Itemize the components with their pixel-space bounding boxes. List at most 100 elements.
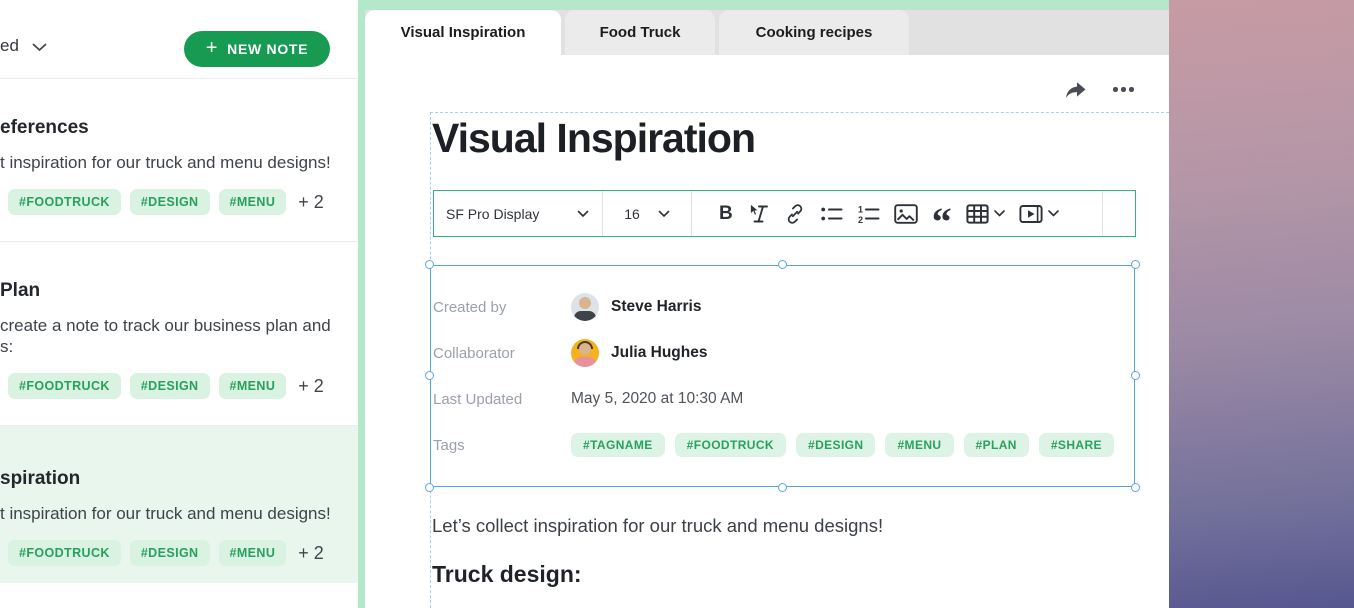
bold-button[interactable]: B [718,203,734,225]
tag-chip[interactable]: #SHARE [1039,433,1114,457]
note-tags: #FOODTRUCK #DESIGN #MENU + 2 [0,189,342,215]
tag-chip[interactable]: #FOODTRUCK [675,433,786,457]
font-family-value: SF Pro Display [446,206,539,222]
note-tags: #FOODTRUCK #DESIGN #MENU + 2 [0,373,342,399]
selection-handle[interactable] [778,260,787,269]
avatar [571,293,599,321]
note-section-heading[interactable]: Truck design: [432,561,582,588]
bulleted-list-icon [820,204,843,224]
tab-cooking-recipes[interactable]: Cooking recipes [719,10,909,55]
last-updated-row: Last Updated May 5, 2020 at 10:30 AM [433,385,1134,413]
note-tags: #FOODTRUCK #DESIGN #MENU + 2 [0,540,342,566]
editor-panel: Visual Inspiration Food Truck Cooking re… [358,0,1169,608]
tag-chip[interactable]: #MENU [219,373,287,399]
blockquote-icon [932,205,952,222]
font-size-dropdown[interactable]: 16 [603,191,691,236]
note-actions [1063,79,1134,100]
insert-image-button[interactable] [893,204,919,224]
last-updated-label: Last Updated [433,391,571,408]
tags-row: Tags #TAGNAME #FOODTRUCK #DESIGN #MENU #… [433,431,1134,459]
selection-handle[interactable] [1131,260,1140,269]
collaborator-label: Collaborator [433,345,571,362]
note-list-item[interactable]: eferences t inspiration for our truck an… [0,79,358,242]
toolbar-buttons: B [692,203,1060,225]
tag-chip[interactable]: #MENU [885,433,953,457]
note-metadata-block[interactable]: Created by Steve Harris Collaborator Jul… [430,265,1135,487]
tag-chip[interactable]: #FOODTRUCK [8,373,121,399]
image-icon [894,204,918,224]
tag-chip[interactable]: #FOODTRUCK [8,189,121,215]
note-title: spiration [0,468,342,490]
chevron-down-icon [1048,210,1059,217]
tab-visual-inspiration[interactable]: Visual Inspiration [365,10,561,55]
created-by-row: Created by Steve Harris [433,293,1134,321]
note-title: eferences [0,117,342,139]
tab-label: Visual Inspiration [401,24,526,41]
more-tags-count: + 2 [298,543,324,564]
last-updated-value: May 5, 2020 at 10:30 AM [571,390,743,408]
note-body-paragraph[interactable]: Let’s collect inspiration for our truck … [432,515,883,537]
italic-button[interactable] [746,203,771,224]
share-icon [1063,79,1088,100]
note-title: Plan [0,280,342,302]
more-options-button[interactable] [1113,87,1134,92]
tag-chip[interactable]: #DESIGN [796,433,875,457]
tag-chip[interactable]: #DESIGN [130,540,210,566]
link-button[interactable] [783,203,807,225]
tag-chip[interactable]: #DESIGN [130,373,210,399]
selection-dashed-border-top [430,112,1169,113]
note-description: t inspiration for our truck and menu des… [0,152,342,173]
sort-dropdown-label: ed [0,36,19,56]
numbered-list-button[interactable]: 1 2 [856,204,881,224]
note-description-line2: s: [0,336,342,357]
tag-chip[interactable]: #TAGNAME [571,433,665,457]
tag-chip[interactable]: #MENU [219,540,287,566]
share-button[interactable] [1063,79,1088,100]
selection-handle[interactable] [1131,371,1140,380]
collaborator-row: Collaborator Julia Hughes [433,339,1134,367]
note-tags: #TAGNAME #FOODTRUCK #DESIGN #MENU #PLAN … [571,433,1114,457]
plus-icon: + [206,38,218,58]
formatting-toolbar: SF Pro Display 16 B [433,190,1136,237]
blockquote-button[interactable] [931,205,953,222]
tab-label: Cooking recipes [756,24,873,41]
table-icon [966,204,989,224]
selection-handle[interactable] [425,483,434,492]
tab-label: Food Truck [600,24,681,41]
font-family-dropdown[interactable]: SF Pro Display [434,191,602,236]
tag-chip[interactable]: #FOODTRUCK [8,540,121,566]
notes-sidebar: ed + NEW NOTE eferences t inspiration fo… [0,0,358,608]
sidebar-header: ed + NEW NOTE [0,0,358,79]
note-title-heading[interactable]: Visual Inspiration [432,115,755,162]
selection-handle[interactable] [1131,483,1140,492]
note-list-item[interactable]: Plan create a note to track our business… [0,242,358,426]
note-editor: Visual Inspiration SF Pro Display 16 B [365,55,1169,608]
insert-video-button[interactable] [1018,204,1060,224]
new-note-label: NEW NOTE [227,41,308,57]
selection-handle[interactable] [425,260,434,269]
sort-dropdown[interactable]: ed [0,36,47,56]
tab-food-truck[interactable]: Food Truck [565,10,715,55]
tag-chip[interactable]: #MENU [219,189,287,215]
video-icon [1019,204,1043,224]
chevron-down-icon [994,210,1005,217]
insert-table-button[interactable] [965,204,1006,224]
component-selection-border-left [358,0,365,608]
component-selection-border-top [358,0,1169,10]
ellipsis-icon [1113,87,1134,92]
note-list-item-selected[interactable]: spiration t inspiration for our truck an… [0,426,358,583]
bulleted-list-button[interactable] [819,204,844,224]
selection-handle[interactable] [425,371,434,380]
more-tags-count: + 2 [298,192,324,213]
chevron-down-icon [32,43,47,52]
new-note-button[interactable]: + NEW NOTE [184,31,330,67]
tag-chip[interactable]: #DESIGN [130,189,210,215]
tab-bar: Visual Inspiration Food Truck Cooking re… [365,10,1169,55]
chevron-down-icon [577,210,589,218]
note-description: t inspiration for our truck and menu des… [0,503,342,524]
more-tags-count: + 2 [298,376,324,397]
tag-chip[interactable]: #PLAN [964,433,1029,457]
svg-text:2: 2 [858,215,863,224]
note-description: create a note to track our business plan… [0,315,342,336]
selection-handle[interactable] [778,483,787,492]
